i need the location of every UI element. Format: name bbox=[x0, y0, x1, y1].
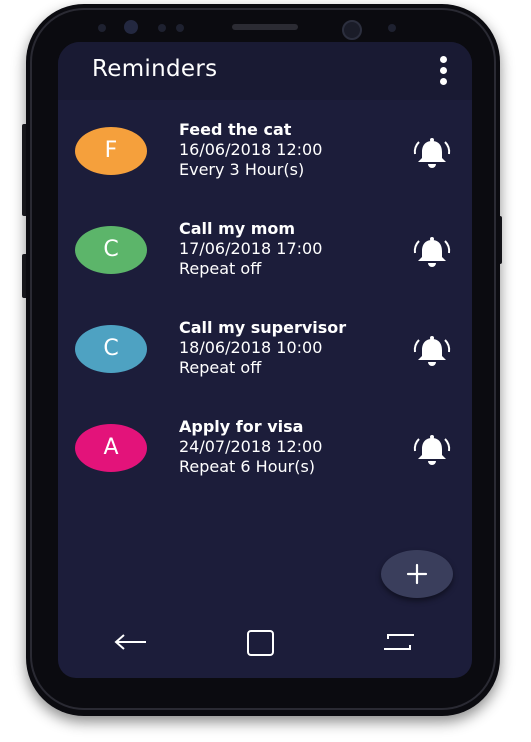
menu-dot bbox=[440, 56, 447, 63]
app-screen: Reminders F Feed the cat 16/06/2018 12:0… bbox=[58, 42, 472, 678]
reminder-repeat: Repeat off bbox=[179, 358, 262, 377]
reminder-datetime: 18/06/2018 10:00 bbox=[179, 338, 323, 357]
menu-dot bbox=[440, 78, 447, 85]
reminder-datetime: 17/06/2018 17:00 bbox=[179, 239, 323, 258]
sensor-dot bbox=[158, 24, 166, 32]
bell-glyph bbox=[413, 435, 451, 465]
reminder-repeat: Repeat off bbox=[179, 259, 262, 278]
page-title: Reminders bbox=[92, 56, 218, 82]
system-nav-bar bbox=[58, 618, 472, 666]
front-camera bbox=[342, 20, 362, 40]
bell-glyph bbox=[413, 138, 451, 168]
reminder-item[interactable]: C Call my supervisor 18/06/2018 10:00 Re… bbox=[58, 310, 472, 409]
reminder-texts: Call my supervisor 18/06/2018 10:00 Repe… bbox=[179, 318, 409, 378]
alarm-bell-icon[interactable] bbox=[411, 433, 453, 467]
avatar: C bbox=[75, 325, 147, 373]
alarm-bell-icon[interactable] bbox=[411, 235, 453, 269]
sensor-dot bbox=[176, 24, 184, 32]
menu-dot bbox=[440, 67, 447, 74]
reminder-texts: Apply for visa 24/07/2018 12:00 Repeat 6… bbox=[179, 417, 409, 477]
proximity-sensor bbox=[98, 24, 106, 32]
reminder-title: Feed the cat bbox=[179, 120, 292, 139]
bell-glyph bbox=[413, 336, 451, 366]
iris-sensor bbox=[124, 20, 138, 34]
avatar: C bbox=[75, 226, 147, 274]
reminder-item[interactable]: C Call my mom 17/06/2018 17:00 Repeat of… bbox=[58, 211, 472, 310]
reminder-repeat: Every 3 Hour(s) bbox=[179, 160, 305, 179]
reminder-repeat: Repeat 6 Hour(s) bbox=[179, 457, 316, 476]
avatar: F bbox=[75, 127, 147, 175]
reminder-item[interactable]: F Feed the cat 16/06/2018 12:00 Every 3 … bbox=[58, 112, 472, 211]
home-button[interactable] bbox=[240, 626, 284, 658]
reminder-texts: Call my mom 17/06/2018 17:00 Repeat off bbox=[179, 219, 409, 279]
sensor-dot bbox=[388, 24, 396, 32]
back-button[interactable] bbox=[108, 626, 152, 658]
back-arrow-icon bbox=[114, 634, 146, 650]
earpiece-speaker bbox=[232, 24, 298, 30]
reminder-texts: Feed the cat 16/06/2018 12:00 Every 3 Ho… bbox=[179, 120, 409, 180]
more-vert-icon[interactable] bbox=[432, 54, 456, 88]
reminder-title: Call my mom bbox=[179, 219, 296, 238]
reminder-list: F Feed the cat 16/06/2018 12:00 Every 3 … bbox=[58, 112, 472, 508]
avatar: A bbox=[75, 424, 147, 472]
home-square-icon bbox=[247, 630, 274, 656]
bell-glyph bbox=[413, 237, 451, 267]
plus-icon bbox=[406, 563, 428, 585]
alarm-bell-icon[interactable] bbox=[411, 136, 453, 170]
app-bar: Reminders bbox=[58, 42, 472, 100]
reminder-item[interactable]: A Apply for visa 24/07/2018 12:00 Repeat… bbox=[58, 409, 472, 508]
reminder-title: Apply for visa bbox=[179, 417, 304, 436]
reminder-title: Call my supervisor bbox=[179, 318, 347, 337]
phone-mockup: Reminders F Feed the cat 16/06/2018 12:0… bbox=[0, 0, 531, 742]
add-reminder-button[interactable] bbox=[381, 550, 453, 598]
recent-apps-icon bbox=[384, 634, 414, 650]
reminder-datetime: 24/07/2018 12:00 bbox=[179, 437, 323, 456]
alarm-bell-icon[interactable] bbox=[411, 334, 453, 368]
recent-apps-button[interactable] bbox=[376, 626, 420, 658]
reminder-datetime: 16/06/2018 12:00 bbox=[179, 140, 323, 159]
